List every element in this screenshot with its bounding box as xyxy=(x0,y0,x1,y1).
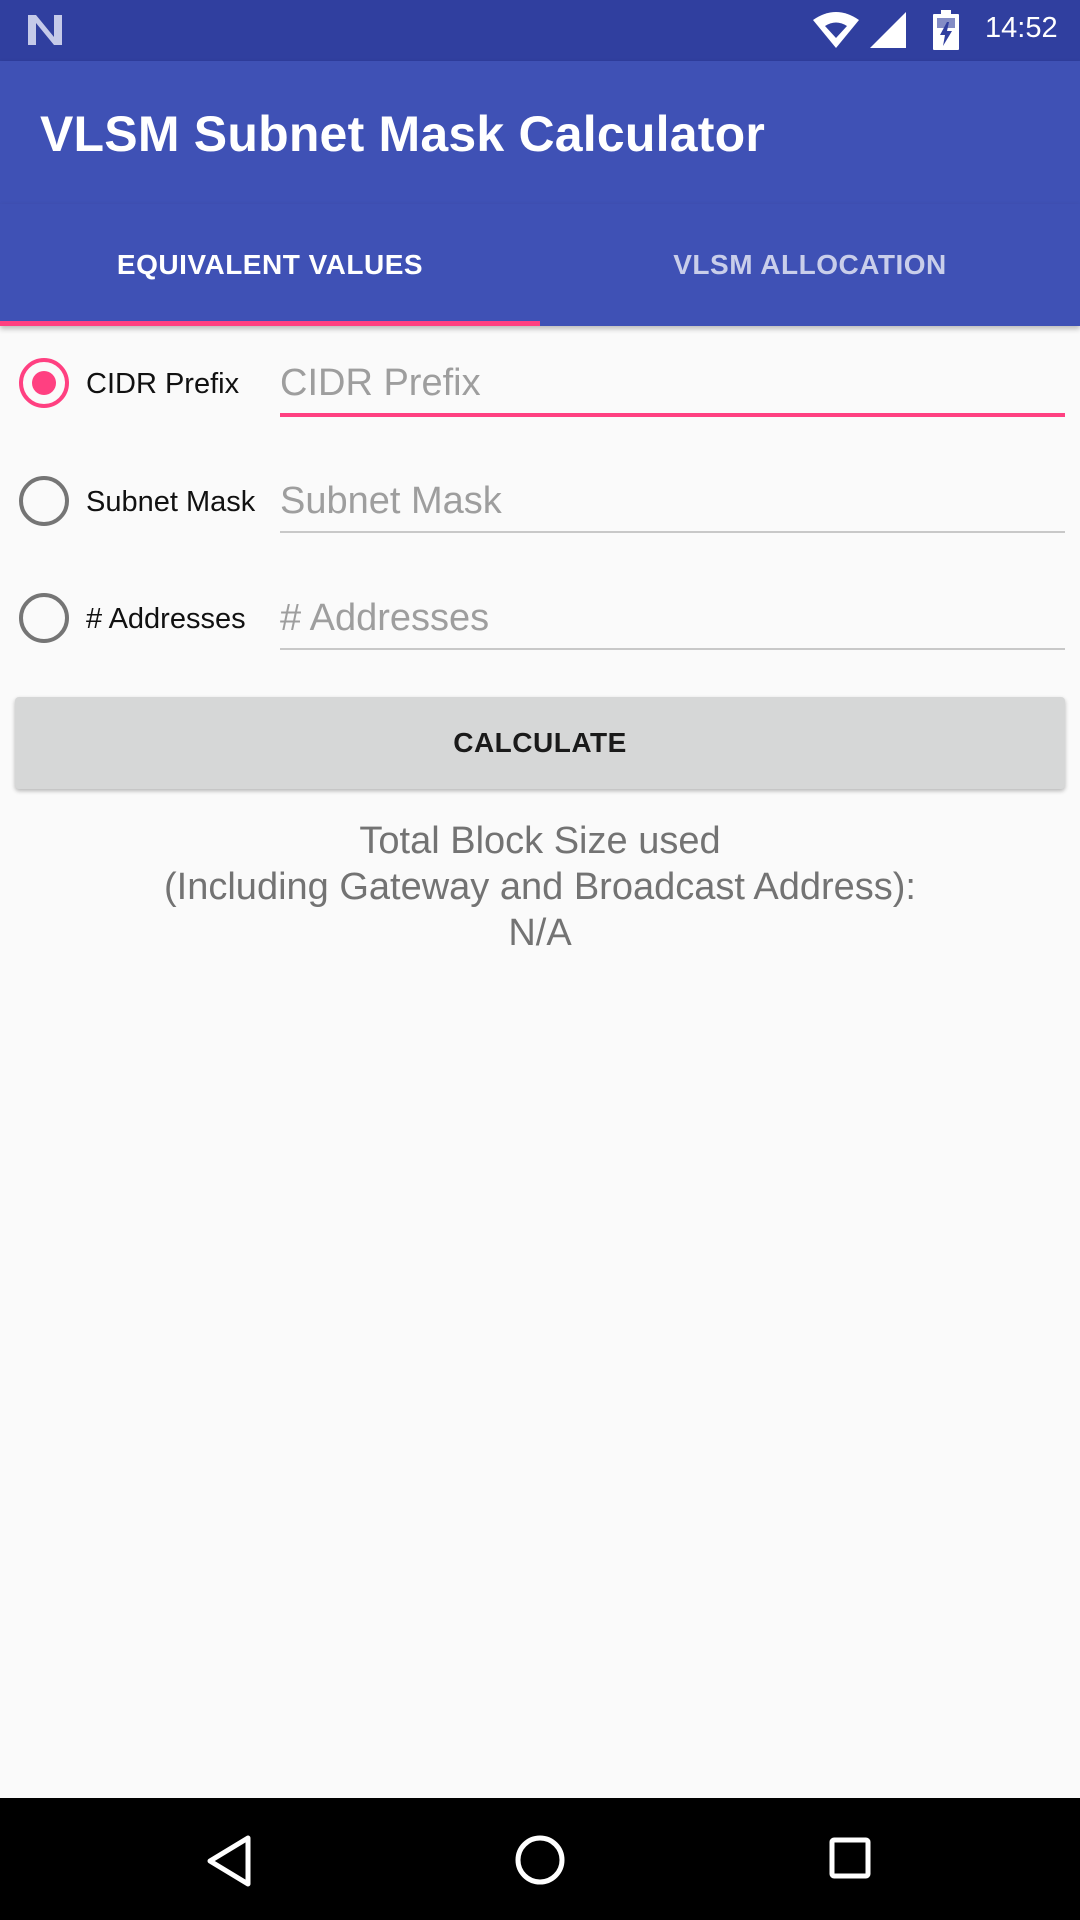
result-label-line1: Total Block Size used xyxy=(359,820,721,862)
tab-label: VLSM ALLOCATION xyxy=(673,249,947,280)
radio-selected-dot xyxy=(32,371,56,395)
status-bar: 14:52 xyxy=(0,0,1080,61)
app-title: VLSM Subnet Mask Calculator xyxy=(40,106,765,162)
cidr-prefix-input[interactable] xyxy=(280,353,1065,417)
addresses-radio[interactable] xyxy=(19,593,69,643)
cell-signal-icon xyxy=(870,12,906,48)
tab-indicator xyxy=(0,321,540,326)
wifi-icon xyxy=(813,12,859,48)
result-value: N/A xyxy=(508,912,572,954)
addresses-input[interactable] xyxy=(280,588,1065,650)
tab-vlsm-allocation[interactable]: VLSM ALLOCATION xyxy=(540,204,1080,326)
addresses-radio-label[interactable]: # Addresses xyxy=(86,603,246,636)
addresses-row: # Addresses xyxy=(0,568,1080,668)
calculate-button[interactable]: CALCULATE xyxy=(15,697,1065,789)
back-icon[interactable] xyxy=(204,1834,254,1888)
calculate-button-label: CALCULATE xyxy=(453,727,627,758)
cidr-prefix-row: CIDR Prefix xyxy=(0,335,1080,435)
cidr-prefix-radio-label[interactable]: CIDR Prefix xyxy=(86,368,239,401)
cidr-prefix-radio[interactable] xyxy=(19,358,69,408)
notification-n-icon xyxy=(28,15,62,45)
status-time: 14:52 xyxy=(985,12,1058,44)
recent-apps-icon[interactable] xyxy=(828,1836,872,1880)
subnet-mask-input[interactable] xyxy=(280,471,1065,533)
tab-label: EQUIVALENT VALUES xyxy=(116,249,424,280)
tab-bar: EQUIVALENT VALUES VLSM ALLOCATION xyxy=(0,204,1080,326)
app-bar: VLSM Subnet Mask Calculator xyxy=(0,61,1080,204)
tab-equivalent-values[interactable]: EQUIVALENT VALUES xyxy=(0,204,540,326)
navigation-bar xyxy=(0,1798,1080,1920)
home-icon[interactable] xyxy=(514,1834,566,1886)
subnet-mask-radio-label[interactable]: Subnet Mask xyxy=(86,486,255,519)
subnet-mask-row: Subnet Mask xyxy=(0,451,1080,551)
battery-charging-icon xyxy=(933,10,959,50)
result-label-line2: (Including Gateway and Broadcast Address… xyxy=(164,866,916,908)
subnet-mask-radio[interactable] xyxy=(19,476,69,526)
result-block: Total Block Size used (Including Gateway… xyxy=(0,818,1080,956)
